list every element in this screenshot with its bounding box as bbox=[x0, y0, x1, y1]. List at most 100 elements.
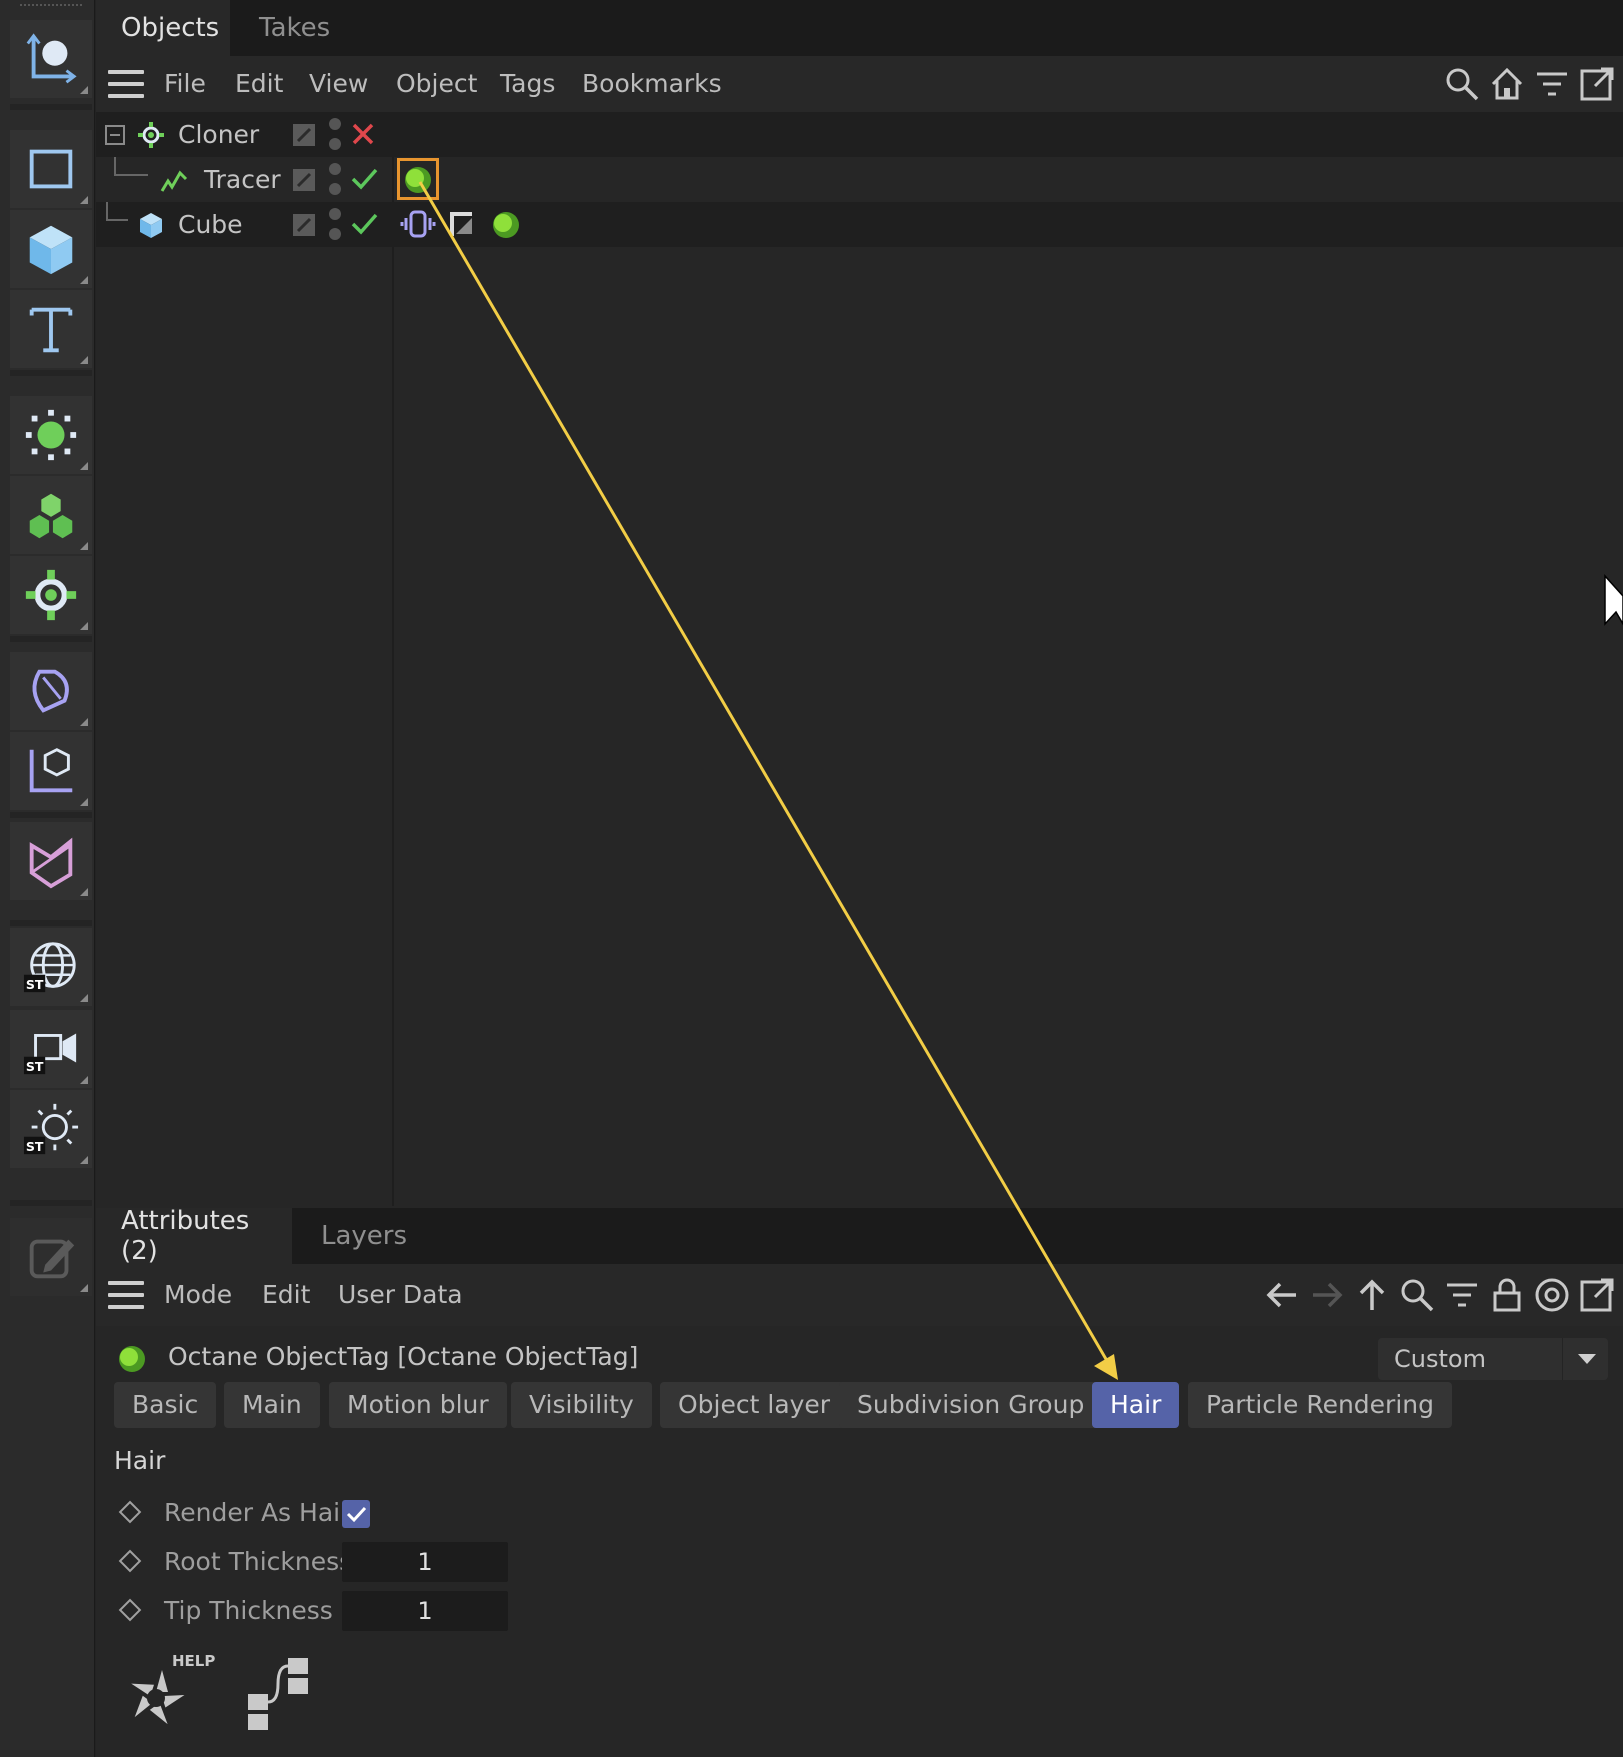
tab-takes[interactable]: Takes bbox=[234, 0, 355, 56]
lock-icon[interactable] bbox=[1489, 1277, 1525, 1313]
subtab-visibility[interactable]: Visibility bbox=[511, 1382, 652, 1428]
object-name[interactable]: Cube bbox=[178, 202, 243, 247]
subtab-basic[interactable]: Basic bbox=[114, 1382, 217, 1428]
tree-row-tracer[interactable]: Tracer bbox=[96, 157, 1623, 202]
field-button[interactable] bbox=[10, 732, 92, 810]
tab-layers[interactable]: Layers bbox=[296, 1208, 432, 1264]
phong-tag-icon[interactable] bbox=[446, 208, 476, 240]
subtab-motion-blur[interactable]: Motion blur bbox=[329, 1382, 507, 1428]
back-arrow-icon[interactable] bbox=[1264, 1277, 1300, 1313]
svg-text:ST: ST bbox=[26, 977, 44, 992]
collapse-icon[interactable] bbox=[104, 124, 126, 146]
effector-button[interactable] bbox=[10, 822, 92, 900]
attribute-title-row: Octane ObjectTag [Octane ObjectTag] Cust… bbox=[96, 1326, 1623, 1388]
tab-attributes[interactable]: Attributes (2) bbox=[96, 1206, 292, 1266]
keyframe-diamond-icon[interactable] bbox=[118, 1549, 142, 1573]
disabled-cross-icon[interactable] bbox=[350, 121, 376, 147]
light-button[interactable]: ST bbox=[10, 1090, 92, 1168]
mograph-button[interactable] bbox=[10, 476, 92, 554]
octane-object-tag-icon[interactable] bbox=[488, 206, 524, 242]
menu-bookmarks[interactable]: Bookmarks bbox=[582, 56, 722, 112]
octane-tag-selected[interactable] bbox=[397, 158, 439, 200]
param-label: Render As Hair bbox=[164, 1498, 351, 1527]
filter-icon[interactable] bbox=[1444, 1277, 1480, 1313]
checkmark-icon bbox=[346, 1506, 367, 1523]
pencil-edit-icon bbox=[29, 1239, 75, 1279]
toolbar-grip[interactable] bbox=[20, 4, 82, 10]
keyframe-diamond-icon[interactable] bbox=[118, 1598, 142, 1622]
menu-hamburger-icon[interactable] bbox=[108, 70, 144, 98]
sky-environment-button[interactable]: ST bbox=[10, 928, 92, 1006]
node-editor-icon[interactable] bbox=[244, 1654, 318, 1730]
edit-button[interactable] bbox=[10, 1218, 92, 1296]
object-name[interactable]: Cloner bbox=[178, 112, 259, 157]
visibility-dots-icon[interactable] bbox=[328, 206, 342, 244]
subtab-hair[interactable]: Hair bbox=[1092, 1382, 1180, 1428]
new-window-icon[interactable] bbox=[1579, 66, 1615, 102]
menu-object[interactable]: Object bbox=[396, 56, 477, 112]
object-name[interactable]: Tracer bbox=[204, 157, 281, 202]
search-icon[interactable] bbox=[1444, 66, 1480, 102]
deformer-button[interactable] bbox=[10, 652, 92, 730]
search-icon[interactable] bbox=[1399, 1277, 1435, 1313]
camera-button[interactable]: ST bbox=[10, 1010, 92, 1088]
enabled-check-icon[interactable] bbox=[350, 211, 378, 237]
filter-icon[interactable] bbox=[1534, 66, 1570, 102]
svg-text:ST: ST bbox=[26, 1059, 44, 1074]
keyframe-diamond-icon[interactable] bbox=[118, 1500, 142, 1524]
menu-mode[interactable]: Mode bbox=[164, 1264, 232, 1326]
home-icon[interactable] bbox=[1489, 66, 1525, 102]
menu-view[interactable]: View bbox=[309, 56, 368, 112]
effector-icon bbox=[29, 837, 73, 889]
rectangle-select-icon bbox=[29, 149, 73, 189]
layer-edit-icon[interactable] bbox=[292, 123, 316, 147]
menu-hamburger-icon[interactable] bbox=[108, 1281, 144, 1309]
layer-edit-icon[interactable] bbox=[292, 213, 316, 237]
tree-column-divider[interactable] bbox=[392, 112, 394, 1206]
chevron-down-icon[interactable] bbox=[1562, 1338, 1608, 1380]
menu-edit[interactable]: Edit bbox=[262, 1264, 310, 1326]
octane-help-button[interactable]: HELP bbox=[122, 1652, 215, 1732]
octane-object-tag-icon bbox=[405, 167, 431, 193]
tree-row-cloner[interactable]: Cloner bbox=[96, 112, 1623, 157]
move-tool-button[interactable] bbox=[10, 20, 92, 98]
mode-select[interactable]: Custom bbox=[1378, 1338, 1608, 1380]
tab-objects[interactable]: Objects bbox=[96, 0, 230, 56]
visibility-dots-icon[interactable] bbox=[328, 161, 342, 199]
visibility-dots-icon[interactable] bbox=[328, 116, 342, 154]
forward-arrow-icon[interactable] bbox=[1309, 1277, 1345, 1313]
target-icon[interactable] bbox=[1534, 1277, 1570, 1313]
layer-edit-icon[interactable] bbox=[292, 168, 316, 192]
root-thickness-field[interactable]: 1 bbox=[342, 1542, 508, 1582]
text-icon bbox=[29, 307, 73, 353]
cube-primitive-button[interactable] bbox=[10, 210, 92, 288]
object-manager: Objects Takes File Edit View Object Tags… bbox=[96, 0, 1623, 1208]
render-as-hair-checkbox[interactable] bbox=[342, 1500, 370, 1528]
menu-file[interactable]: File bbox=[164, 56, 206, 112]
menu-tags[interactable]: Tags bbox=[500, 56, 555, 112]
mode-select-value: Custom bbox=[1394, 1345, 1486, 1373]
menu-edit[interactable]: Edit bbox=[235, 56, 283, 112]
sphere-generator-button[interactable] bbox=[10, 396, 92, 474]
attribute-title: Octane ObjectTag [Octane ObjectTag] bbox=[168, 1342, 639, 1371]
subtab-subdivision-group[interactable]: Subdivision Group bbox=[839, 1382, 1103, 1428]
menu-user-data[interactable]: User Data bbox=[338, 1264, 463, 1326]
subtab-object-layer[interactable]: Object layer bbox=[660, 1382, 849, 1428]
up-arrow-icon[interactable] bbox=[1354, 1277, 1390, 1313]
subtab-main[interactable]: Main bbox=[224, 1382, 320, 1428]
rectangle-select-button[interactable] bbox=[10, 130, 92, 208]
tip-thickness-field[interactable]: 1 bbox=[342, 1591, 508, 1631]
text-tool-button[interactable] bbox=[10, 290, 92, 368]
enabled-check-icon[interactable] bbox=[350, 166, 378, 192]
cloner-button[interactable] bbox=[10, 556, 92, 634]
light-icon: ST bbox=[23, 1103, 79, 1154]
object-tree: Cloner Tracer Cube bbox=[96, 112, 1623, 1206]
param-label: Root Thickness bbox=[164, 1547, 353, 1576]
attribute-manager: Attributes (2) Layers Mode Edit User Dat… bbox=[96, 1206, 1623, 1757]
globe-icon: ST bbox=[23, 942, 76, 992]
param-root-thickness: Root Thickness 1 bbox=[96, 1540, 696, 1584]
subtab-particle-rendering[interactable]: Particle Rendering bbox=[1188, 1382, 1452, 1428]
vibrate-tag-icon[interactable] bbox=[400, 208, 436, 240]
tree-row-cube[interactable]: Cube bbox=[96, 202, 1623, 247]
new-window-icon[interactable] bbox=[1579, 1277, 1615, 1313]
